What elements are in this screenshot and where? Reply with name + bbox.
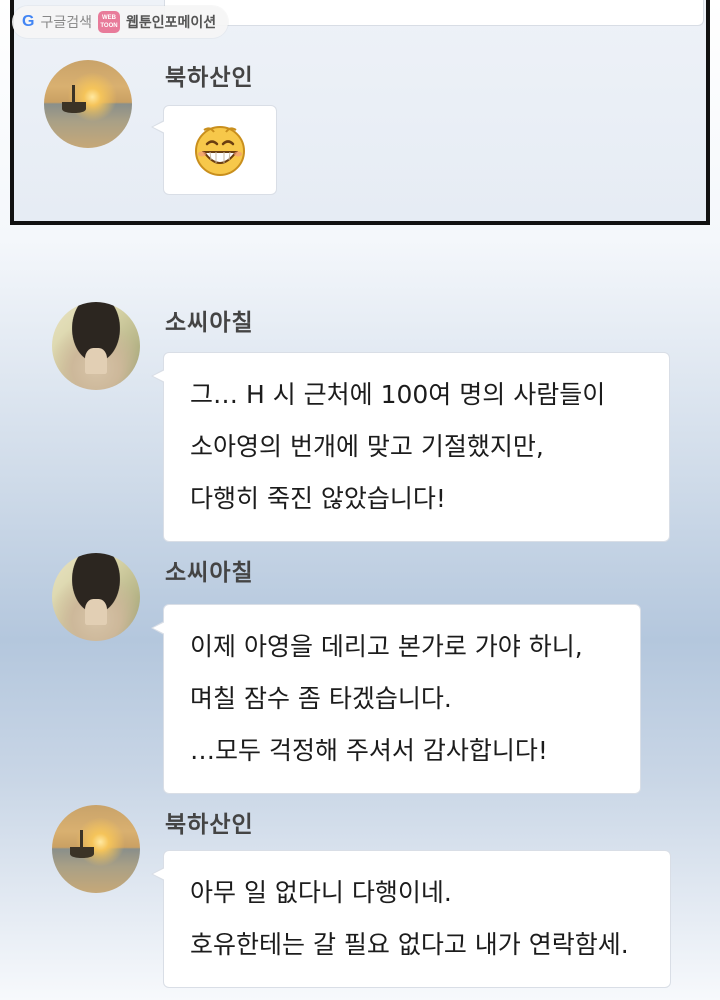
message-line: 이제 아영을 데리고 본가로 가야 하니, [190,632,583,661]
message-line: 며칠 잠수 좀 타겠습니다. [190,684,452,713]
speaker-name: 소씨아칠 [165,310,254,336]
webtoon-badge-bottom: TOON [100,23,118,29]
hat-covered-face-avatar [52,553,140,641]
message-line: …모두 걱정해 주셔서 감사합니다! [190,736,548,765]
search-label: 구글검색 [40,15,92,31]
watermark: G 구글검색 WEB TOON 웹툰인포메이션 [12,6,229,38]
message-line: 그… H 시 근처에 100여 명의 사람들이 [190,380,606,409]
grinning-face-icon [195,126,245,176]
message-line: 다행히 죽진 않았습니다! [190,484,446,513]
message-bubble: 그… H 시 근처에 100여 명의 사람들이 소아영의 번개에 맞고 기절했지… [151,352,670,542]
speaker-name: 소씨아칠 [165,560,254,586]
message-line: 아무 일 없다니 다행이네. [190,878,452,907]
webtoon-logo-icon: WEB TOON [97,11,120,33]
hat-covered-face-avatar [52,302,140,390]
message-bubble: 아무 일 없다니 다행이네. 호유한테는 갈 필요 없다고 내가 연락함세. [151,850,671,988]
google-logo-icon: G [22,13,35,30]
message-bubble: 이제 아영을 데리고 본가로 가야 하니, 며칠 잠수 좀 타겠습니다. …모두… [151,604,641,794]
sunset-boat-avatar [44,60,132,148]
speaker-name: 북하산인 [165,812,254,838]
sunset-boat-avatar [52,805,140,893]
site-name: 웹툰인포메이션 [125,15,217,31]
webtoon-badge-top: WEB [101,15,116,21]
message-line: 소아영의 번개에 맞고 기절했지만, [190,432,544,461]
speaker-name: 북하산인 [165,65,254,91]
message-line: 호유한테는 갈 필요 없다고 내가 연락함세. [190,930,629,959]
message-bubble [151,105,277,195]
previous-message-bubble [164,0,704,26]
